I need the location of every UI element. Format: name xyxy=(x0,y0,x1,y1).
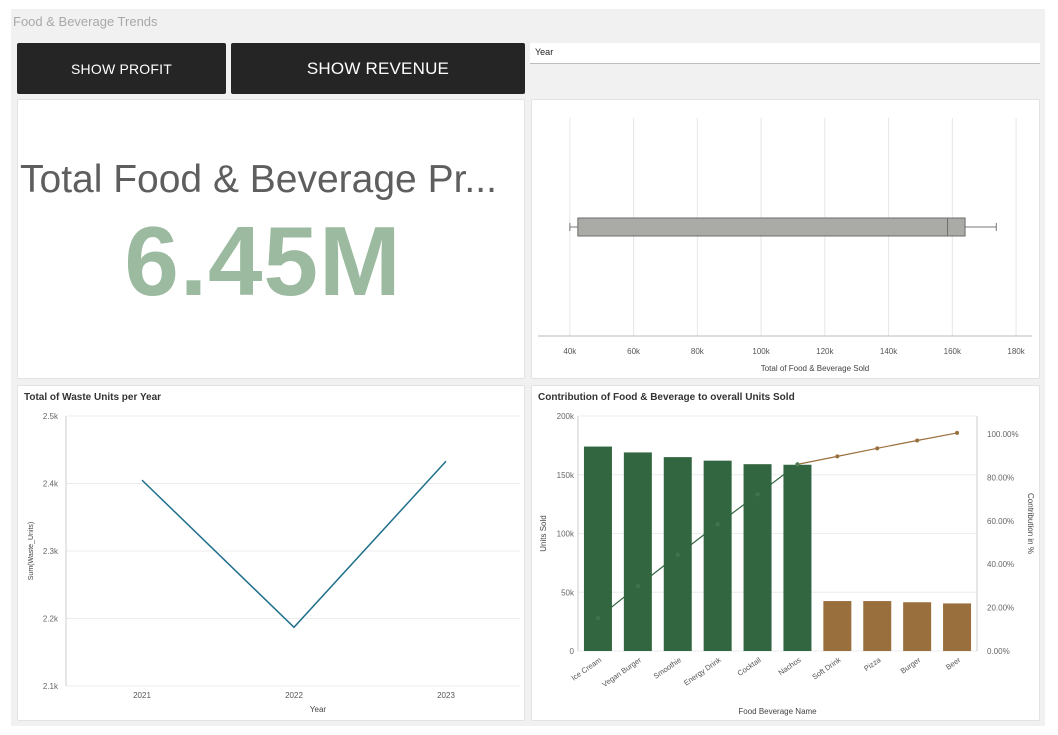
x-axis-label: Food Beverage Name xyxy=(738,707,817,716)
y-tick-label: 2.1k xyxy=(43,682,59,691)
x-tick-label: 40k xyxy=(563,347,577,356)
y2-tick-label: 40.00% xyxy=(987,560,1014,569)
bar xyxy=(903,602,932,651)
x-axis-label: Year xyxy=(310,705,327,714)
bar xyxy=(623,452,652,651)
box-plot-chart: 40k 60k 80k 100k 120k 140k 160k 180k Total of Fo… xyxy=(538,118,1032,373)
pareto-chart-panel: Contribution of Food & Beverage to overa… xyxy=(531,385,1040,721)
x-tick-label: 100k xyxy=(752,347,770,356)
y-tick-label: 0 xyxy=(570,647,575,656)
waste-line-chart: 2.1k 2.2k 2.3k 2.4k 2.5k 2021 2022 2023 Year Sum(… xyxy=(28,412,520,714)
cumulative-point xyxy=(835,454,840,459)
x-tick-label: Ice Cream xyxy=(570,655,603,682)
dashboard-title: Food & Beverage Trends xyxy=(13,14,158,29)
bar xyxy=(583,446,612,651)
cumulative-point xyxy=(595,615,601,621)
y-tick-label: 2.4k xyxy=(43,480,59,489)
cumulative-point xyxy=(635,583,641,589)
x-tick-label: Smoothie xyxy=(652,655,683,681)
x-tick-label: 120k xyxy=(816,347,834,356)
x-tick-label: Energy Drink xyxy=(682,655,723,687)
y2-tick-label: 100.00% xyxy=(987,430,1019,439)
year-filter[interactable]: Year xyxy=(530,43,1040,64)
kpi-label: Total Food & Beverage Pr... xyxy=(20,158,497,201)
x-tick-label: Beer xyxy=(944,655,963,672)
bar xyxy=(823,601,852,651)
x-tick-label: Soft Drink xyxy=(810,655,842,681)
x-axis-label: Total of Food & Beverage Sold xyxy=(761,364,870,373)
kpi-card: Total Food & Beverage Pr... 6.45M xyxy=(17,99,525,379)
x-tick-label: Vegan Burger xyxy=(600,655,643,689)
y-tick-label: 50k xyxy=(561,588,575,597)
y-tick-label: 100k xyxy=(557,530,575,539)
kpi-value: 6.45M xyxy=(124,206,402,316)
pareto-chart: 0 50k 100k 150k 200k 0.00% 20.00% 40.00% 60.00% 8… xyxy=(539,412,1035,716)
show-revenue-button[interactable]: SHOW REVENUE xyxy=(231,43,525,94)
x-tick-label: 2022 xyxy=(285,691,303,700)
cumulative-point xyxy=(755,492,760,497)
x-tick-label: 180k xyxy=(1007,347,1025,356)
box-plot-panel: 40k 60k 80k 100k 120k 140k 160k 180k Total of Fo… xyxy=(531,99,1040,379)
y-tick-label: 200k xyxy=(557,412,575,421)
cumulative-point xyxy=(955,430,960,435)
box-iqr xyxy=(577,217,966,237)
bar xyxy=(783,464,812,651)
y-tick-label: 2.5k xyxy=(43,412,59,421)
y2-tick-label: 60.00% xyxy=(987,517,1014,526)
cumulative-point xyxy=(675,552,680,558)
cumulative-point xyxy=(915,438,920,443)
y-tick-label: 150k xyxy=(557,471,575,480)
x-tick-label: 60k xyxy=(627,347,641,356)
cumulative-point xyxy=(715,522,720,527)
x-tick-label: Burger xyxy=(899,655,923,676)
cumulative-point xyxy=(795,462,800,467)
y2-tick-label: 0.00% xyxy=(987,647,1010,656)
x-tick-label: Pizza xyxy=(862,655,883,673)
y-axis-label: Sum(Waste_Units) xyxy=(28,522,35,580)
bar xyxy=(703,460,732,651)
y2-tick-label: 80.00% xyxy=(987,473,1014,482)
bar xyxy=(943,603,972,651)
x-tick-label: 2023 xyxy=(437,691,455,700)
x-tick-label: Cocktail xyxy=(736,655,763,678)
x-tick-label: 2021 xyxy=(133,691,151,700)
x-tick-label: 140k xyxy=(880,347,898,356)
x-tick-label: 160k xyxy=(944,347,962,356)
waste-chart-panel: Total of Waste Units per Year 2.1k 2.2k 2.… xyxy=(17,385,525,721)
bar xyxy=(863,601,892,651)
x-tick-label: 80k xyxy=(691,347,705,356)
y-tick-label: 2.2k xyxy=(43,615,59,624)
dashboard: Food & Beverage Trends SHOW PROFIT SHOW … xyxy=(11,9,1045,726)
y2-tick-label: 20.00% xyxy=(987,604,1014,613)
x-tick-label: Nachos xyxy=(777,655,803,677)
show-profit-button[interactable]: SHOW PROFIT xyxy=(17,43,226,94)
waste-series-line xyxy=(141,460,447,629)
y2-axis-label: Contribution in % xyxy=(1026,493,1035,554)
cumulative-point xyxy=(875,446,880,451)
y-tick-label: 2.3k xyxy=(43,547,59,556)
year-filter-label: Year xyxy=(535,47,554,57)
y-axis-label: Units Sold xyxy=(539,515,548,551)
